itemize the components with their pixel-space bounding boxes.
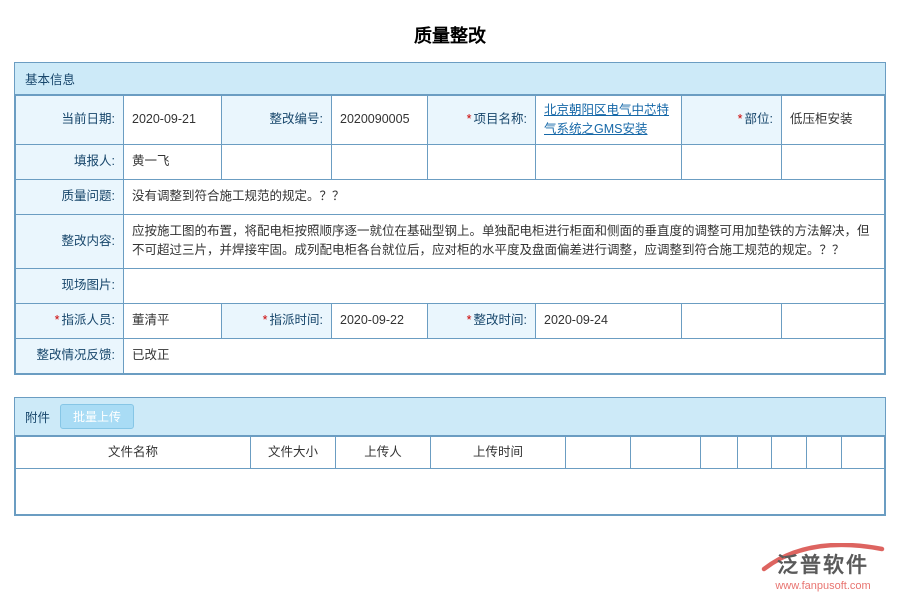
attachments-section: 附件 批量上传 文件名称 文件大小 上传人 上传时间 <box>14 397 886 516</box>
required-asterisk: * <box>738 112 743 126</box>
column-header-upload-time: 上传时间 <box>431 436 566 468</box>
current-date-label: 当前日期: <box>16 96 124 145</box>
rectification-time-label-text: 整改时间: <box>474 313 527 327</box>
attachments-section-header: 附件 批量上传 <box>15 398 885 436</box>
empty-cell <box>536 144 682 179</box>
column-header-empty <box>738 436 772 468</box>
required-asterisk: * <box>55 313 60 327</box>
brand-name: 泛普软件 <box>758 549 888 579</box>
column-header-uploader: 上传人 <box>336 436 431 468</box>
required-asterisk: * <box>263 313 268 327</box>
table-row: 填报人: 黄一飞 <box>16 144 885 179</box>
project-name-label-text: 项目名称: <box>474 112 527 126</box>
column-header-empty <box>701 436 738 468</box>
empty-cell <box>332 144 428 179</box>
brand-website: www.fanpusoft.com <box>758 580 888 592</box>
project-name-link[interactable]: 北京朝阳区电气中芯特气系统之GMS安装 <box>544 103 669 136</box>
rectification-time-value: 2020-09-24 <box>536 303 682 338</box>
empty-cell <box>782 303 885 338</box>
assign-time-value: 2020-09-22 <box>332 303 428 338</box>
table-row: *指派人员: 董清平 *指派时间: 2020-09-22 *整改时间: 2020… <box>16 303 885 338</box>
site-photo-value <box>124 268 885 303</box>
reporter-label: 填报人: <box>16 144 124 179</box>
assignee-value: 董清平 <box>124 303 222 338</box>
project-name-label: *项目名称: <box>428 96 536 145</box>
assignee-label: *指派人员: <box>16 303 124 338</box>
attachments-table: 文件名称 文件大小 上传人 上传时间 <box>15 436 885 515</box>
empty-cell <box>222 144 332 179</box>
empty-cell <box>782 144 885 179</box>
column-header-empty <box>807 436 842 468</box>
location-value: 低压柜安装 <box>782 96 885 145</box>
assignee-label-text: 指派人员: <box>62 313 115 327</box>
attachments-header-row: 文件名称 文件大小 上传人 上传时间 <box>16 436 885 468</box>
column-header-file-size: 文件大小 <box>251 436 336 468</box>
required-asterisk: * <box>467 313 472 327</box>
basic-info-section-title: 基本信息 <box>25 69 75 88</box>
feedback-label: 整改情况反馈: <box>16 338 124 373</box>
rectification-content-label: 整改内容: <box>16 214 124 268</box>
brand-footer: 泛普软件 www.fanpusoft.com <box>758 549 888 592</box>
column-header-empty <box>772 436 807 468</box>
feedback-value: 已改正 <box>124 338 885 373</box>
rectification-time-label: *整改时间: <box>428 303 536 338</box>
empty-cell <box>682 144 782 179</box>
empty-cell <box>428 144 536 179</box>
column-header-empty <box>842 436 885 468</box>
column-header-empty <box>566 436 631 468</box>
attachments-section-title: 附件 <box>25 407 50 426</box>
quality-issue-value: 没有调整到符合施工规范的规定。？？ <box>124 179 885 214</box>
table-row: 现场图片: <box>16 268 885 303</box>
page-title: 质量整改 <box>0 0 900 62</box>
site-photo-label: 现场图片: <box>16 268 124 303</box>
table-row: 整改内容: 应按施工图的布置，将配电柜按照顺序逐一就位在基础型钢上。单独配电柜进… <box>16 214 885 268</box>
reporter-value: 黄一飞 <box>124 144 222 179</box>
column-header-empty <box>631 436 701 468</box>
rectification-content-value: 应按施工图的布置，将配电柜按照顺序逐一就位在基础型钢上。单独配电柜进行柜面和侧面… <box>124 214 885 268</box>
current-date-value: 2020-09-21 <box>124 96 222 145</box>
assign-time-label-text: 指派时间: <box>270 313 323 327</box>
attachments-empty-row <box>16 468 885 514</box>
required-asterisk: * <box>467 112 472 126</box>
basic-info-section: 基本信息 当前日期: 2020-09-21 整改编号: 2020090005 *… <box>14 62 886 375</box>
quality-issue-label: 质量问题: <box>16 179 124 214</box>
batch-upload-button[interactable]: 批量上传 <box>60 404 134 429</box>
table-row: 整改情况反馈: 已改正 <box>16 338 885 373</box>
table-row: 当前日期: 2020-09-21 整改编号: 2020090005 *项目名称:… <box>16 96 885 145</box>
table-row: 质量问题: 没有调整到符合施工规范的规定。？？ <box>16 179 885 214</box>
basic-info-table: 当前日期: 2020-09-21 整改编号: 2020090005 *项目名称:… <box>15 95 885 374</box>
rectification-no-label: 整改编号: <box>222 96 332 145</box>
empty-cell <box>682 303 782 338</box>
project-name-cell: 北京朝阳区电气中芯特气系统之GMS安装 <box>536 96 682 145</box>
assign-time-label: *指派时间: <box>222 303 332 338</box>
column-header-file-name: 文件名称 <box>16 436 251 468</box>
basic-info-section-header: 基本信息 <box>15 63 885 95</box>
location-label: *部位: <box>682 96 782 145</box>
rectification-no-value: 2020090005 <box>332 96 428 145</box>
location-label-text: 部位: <box>745 112 773 126</box>
attachments-empty-area <box>16 468 885 514</box>
